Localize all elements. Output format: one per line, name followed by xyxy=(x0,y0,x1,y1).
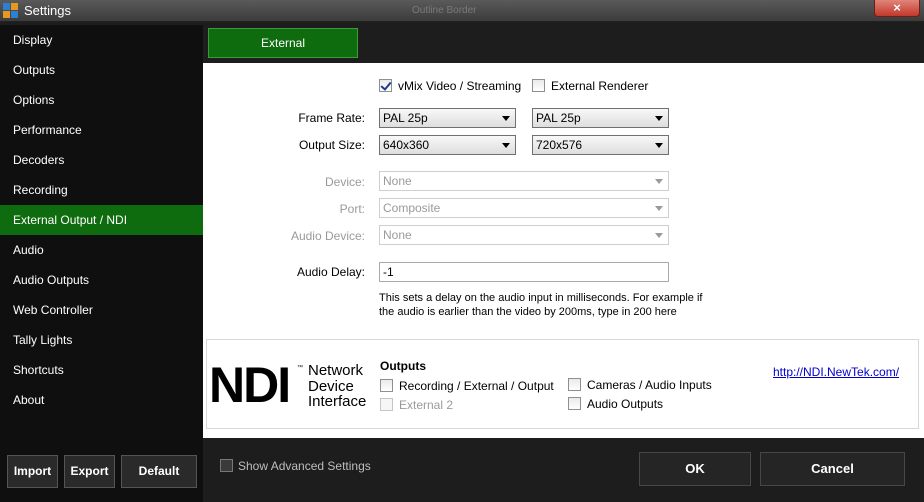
export-button[interactable]: Export xyxy=(64,455,115,488)
audio-outputs-label: Audio Outputs xyxy=(587,397,664,411)
sidebar-item-options[interactable]: Options xyxy=(0,85,203,115)
chevron-down-icon xyxy=(655,233,663,238)
external-2-label: External 2 xyxy=(399,398,454,412)
close-button[interactable]: × xyxy=(874,0,920,17)
chevron-down-icon xyxy=(655,206,663,211)
recording-external-output-checkbox[interactable] xyxy=(380,379,393,392)
output-size-select-2[interactable]: 720x576 xyxy=(532,135,669,155)
sidebar-item-recording[interactable]: Recording xyxy=(0,175,203,205)
window-title: Settings xyxy=(24,3,71,18)
dialog-footer: Show Advanced Settings OK Cancel xyxy=(203,438,924,502)
sidebar-item-audio[interactable]: Audio xyxy=(0,235,203,265)
frame-rate-value-2: PAL 25p xyxy=(536,111,581,125)
show-advanced-settings-label: Show Advanced Settings xyxy=(238,459,371,473)
port-label: Port: xyxy=(339,202,365,216)
ndi-trademark: ™ xyxy=(297,365,303,371)
sidebar-item-web-controller[interactable]: Web Controller xyxy=(0,295,203,325)
audio-delay-help-text: This sets a delay on the audio input in … xyxy=(379,292,703,318)
ndi-logo-words: Network Device Interface xyxy=(308,363,366,410)
ndi-word-device: Device xyxy=(308,377,354,395)
vmix-app-icon xyxy=(3,3,19,19)
ndi-word-interface: Interface xyxy=(308,393,367,410)
sidebar-item-performance[interactable]: Performance xyxy=(0,115,203,145)
default-button[interactable]: Default xyxy=(121,455,197,488)
output-size-value-1: 640x360 xyxy=(383,138,430,152)
vmix-video-checkbox[interactable] xyxy=(379,79,392,92)
device-select[interactable]: None xyxy=(379,171,669,191)
sidebar-item-external-output-ndi[interactable]: External Output / NDI xyxy=(0,205,203,235)
import-button[interactable]: Import xyxy=(7,455,58,488)
device-label: Device: xyxy=(324,175,365,189)
sidebar-item-display[interactable]: Display xyxy=(0,25,203,55)
external-2-checkbox[interactable] xyxy=(380,398,393,411)
port-select[interactable]: Composite xyxy=(379,198,669,218)
ndi-word-network: Network xyxy=(308,362,364,379)
cameras-audio-inputs-label: Cameras / Audio Inputs xyxy=(587,378,712,392)
sidebar-item-decoders[interactable]: Decoders xyxy=(0,145,203,175)
ndi-newtek-link[interactable]: http://NDI.NewTek.com/ xyxy=(773,365,899,379)
cancel-button[interactable]: Cancel xyxy=(760,452,905,486)
audio-outputs-checkbox[interactable] xyxy=(568,397,581,410)
external-renderer-label: External Renderer xyxy=(551,79,649,93)
cameras-audio-inputs-checkbox[interactable] xyxy=(568,378,581,391)
output-size-select-1[interactable]: 640x360 xyxy=(379,135,516,155)
device-value: None xyxy=(383,174,412,188)
settings-sidebar: Display Outputs Options Performance Deco… xyxy=(0,25,203,502)
sidebar-item-tally-lights[interactable]: Tally Lights xyxy=(0,325,203,355)
sidebar-item-outputs[interactable]: Outputs xyxy=(0,55,203,85)
show-advanced-settings-checkbox[interactable] xyxy=(220,459,233,472)
output-size-value-2: 720x576 xyxy=(536,138,583,152)
external-settings-panel: vMix Video / Streaming External Renderer… xyxy=(203,63,924,438)
frame-rate-label: Frame Rate: xyxy=(298,111,365,125)
ndi-logo: NDI xyxy=(209,357,291,413)
frame-rate-select-2[interactable]: PAL 25p xyxy=(532,108,669,128)
ok-button[interactable]: OK xyxy=(639,452,751,486)
tab-strip: External xyxy=(203,25,924,63)
chevron-down-icon xyxy=(655,143,663,148)
ndi-outputs-title: Outputs xyxy=(380,359,426,373)
frame-rate-value-1: PAL 25p xyxy=(383,111,428,125)
ndi-section: NDI ™ Network Device Interface Outputs R… xyxy=(206,339,919,429)
audio-device-value: None xyxy=(383,228,412,242)
sidebar-item-about[interactable]: About xyxy=(0,385,203,415)
background-window-text: Outline Border xyxy=(412,5,477,16)
external-renderer-checkbox[interactable] xyxy=(532,79,545,92)
title-bar: Settings Outline Border × xyxy=(0,0,924,22)
audio-device-label: Audio Device: xyxy=(290,229,365,243)
tab-external[interactable]: External xyxy=(208,28,358,58)
output-size-label: Output Size: xyxy=(298,138,365,152)
sidebar-item-shortcuts[interactable]: Shortcuts xyxy=(0,355,203,385)
audio-device-select[interactable]: None xyxy=(379,225,669,245)
audio-delay-label: Audio Delay: xyxy=(296,265,365,279)
sidebar-item-audio-outputs[interactable]: Audio Outputs xyxy=(0,265,203,295)
chevron-down-icon xyxy=(655,179,663,184)
close-icon: × xyxy=(893,0,901,15)
vmix-video-label: vMix Video / Streaming xyxy=(398,79,522,93)
port-value: Composite xyxy=(383,201,441,215)
audio-delay-input[interactable]: -1 xyxy=(379,262,669,282)
chevron-down-icon xyxy=(502,116,510,121)
chevron-down-icon xyxy=(655,116,663,121)
chevron-down-icon xyxy=(502,143,510,148)
recording-external-output-label: Recording / External / Output xyxy=(399,379,554,393)
frame-rate-select-1[interactable]: PAL 25p xyxy=(379,108,516,128)
